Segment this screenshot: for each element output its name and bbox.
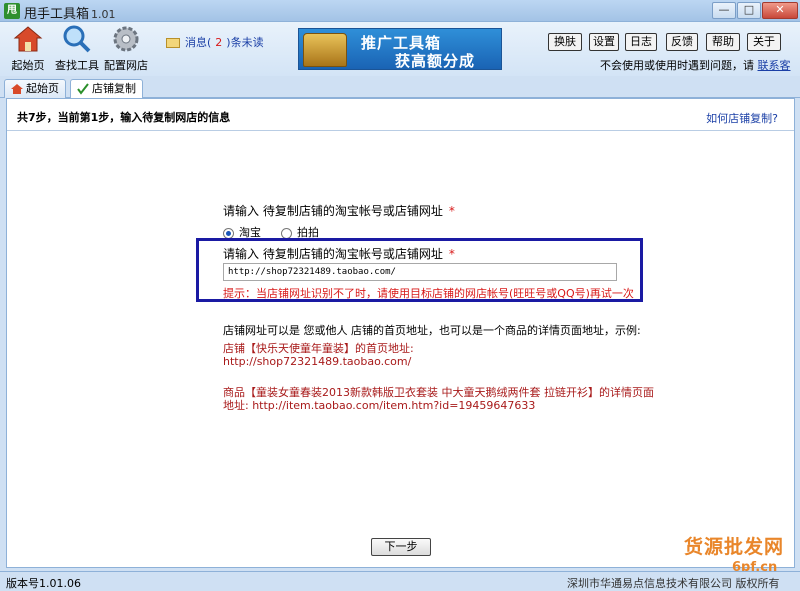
- settings-button[interactable]: 设置: [589, 33, 619, 51]
- tab-shop-copy-label: 店铺复制: [92, 82, 136, 95]
- shop-url-input[interactable]: http://shop72321489.taobao.com/: [223, 263, 617, 281]
- check-icon: [77, 83, 89, 95]
- tab-home-label: 起始页: [26, 82, 59, 95]
- banner-line2: 获高额分成: [395, 52, 476, 70]
- step-indicator: 共7步，当前第1步，输入待复制网店的信息: [17, 111, 231, 124]
- example-shop-url: http://shop72321489.taobao.com/: [223, 355, 412, 368]
- example-item: 商品【童装女童春装2013新款韩版卫衣套装 中大童天鹅绒两件套 拉链开衫】的详情…: [223, 386, 654, 412]
- home-icon: [13, 26, 43, 52]
- close-button[interactable]: ✕: [762, 2, 798, 19]
- app-title-text: 甩手工具箱: [24, 7, 90, 22]
- feedback-button[interactable]: 反馈: [666, 33, 698, 51]
- how-to-copy-link[interactable]: 如何店铺复制?: [706, 110, 778, 126]
- toolbar: 起始页 查找工具 配置网店 消息(2)条未读 推广工具箱 获高额分成 换肤 设置…: [0, 22, 800, 88]
- example-item-title: 商品【童装女童春装2013新款韩版卫衣套装 中大童天鹅绒两件套 拉链开衫】的详情…: [223, 386, 654, 399]
- tab-shop-copy[interactable]: 店铺复制: [70, 79, 143, 99]
- required-mark: *: [448, 204, 455, 218]
- example-description: 店铺网址可以是 您或他人 店铺的首页地址，也可以是一个商品的详情页面地址，示例:: [223, 324, 641, 337]
- help-text: 不会使用或使用时遇到问题，请: [600, 59, 754, 72]
- unread-messages-link[interactable]: 消息(2)条未读: [166, 34, 264, 50]
- app-title: 甩手工具箱 1.01: [24, 3, 116, 22]
- example-item-url: 地址: http://item.taobao.com/item.htm?id=1…: [223, 399, 536, 412]
- unread-count: 2: [215, 36, 223, 49]
- minimize-button[interactable]: —: [712, 2, 736, 19]
- messages-suffix: )条未读: [226, 36, 264, 49]
- skin-button[interactable]: 换肤: [548, 33, 582, 51]
- messages-prefix: 消息(: [185, 36, 212, 49]
- copyright-label: 深圳市华通易点信息技术有限公司 版权所有: [567, 577, 780, 590]
- toolbar-config-shop-button[interactable]: 配置网店: [103, 24, 149, 73]
- toolbar-config-shop-label: 配置网店: [104, 59, 148, 72]
- title-bar: 甩 甩手工具箱 1.01 — □ ✕: [0, 0, 800, 22]
- app-version: 1.01: [91, 8, 116, 21]
- help-button[interactable]: 帮助: [706, 33, 740, 51]
- treasure-chest-icon: [303, 33, 347, 67]
- about-button[interactable]: 关于: [747, 33, 781, 51]
- watermark: 货源批发网: [684, 536, 785, 558]
- shop-input-label-repeat: 请输入 待复制店铺的淘宝帐号或店铺网址 *: [223, 245, 455, 262]
- radio-paipai-dot: [281, 227, 292, 239]
- tab-strip: 起始页 店铺复制: [0, 76, 800, 99]
- next-step-button[interactable]: 下一步: [371, 538, 431, 556]
- toolbar-home-button[interactable]: 起始页: [5, 24, 51, 73]
- shop-input-label-repeat-text: 请输入 待复制店铺的淘宝帐号或店铺网址: [223, 247, 443, 261]
- shop-copy-panel: 共7步，当前第1步，输入待复制网店的信息 如何店铺复制? 请输入 待复制店铺的淘…: [6, 98, 795, 568]
- toolbar-find-tools-button[interactable]: 查找工具: [54, 24, 100, 73]
- magnifier-icon: [63, 25, 91, 53]
- home-icon: [11, 84, 23, 94]
- promo-banner[interactable]: 推广工具箱 获高额分成: [298, 28, 502, 70]
- step-header: 共7步，当前第1步，输入待复制网店的信息 如何店铺复制?: [7, 99, 794, 131]
- toolbar-home-label: 起始页: [11, 59, 45, 72]
- shop-input-label-text: 请输入 待复制店铺的淘宝帐号或店铺网址: [223, 204, 443, 218]
- version-label: 版本号1.01.06: [6, 577, 81, 590]
- hint-text: 提示：当店铺网址识别不了时，请使用目标店铺的网店帐号(旺旺号或QQ号)再试一次: [223, 287, 634, 300]
- toolbar-find-tools-label: 查找工具: [55, 59, 99, 72]
- shop-input-label: 请输入 待复制店铺的淘宝帐号或店铺网址 *: [223, 202, 455, 219]
- tab-home[interactable]: 起始页: [4, 79, 66, 98]
- envelope-icon: [166, 38, 180, 48]
- status-bar: 版本号1.01.06 深圳市华通易点信息技术有限公司 版权所有: [0, 571, 800, 591]
- maximize-button[interactable]: □: [737, 2, 761, 19]
- gear-icon: [113, 26, 139, 52]
- app-logo-icon: 甩: [4, 3, 20, 19]
- log-button[interactable]: 日志: [625, 33, 657, 51]
- radio-taobao-dot: [223, 227, 234, 239]
- required-mark-repeat: *: [448, 247, 455, 261]
- example-shop: 店铺【快乐天使童年童装】的首页地址: http://shop72321489.t…: [223, 342, 414, 368]
- example-shop-title: 店铺【快乐天使童年童装】的首页地址:: [223, 342, 414, 355]
